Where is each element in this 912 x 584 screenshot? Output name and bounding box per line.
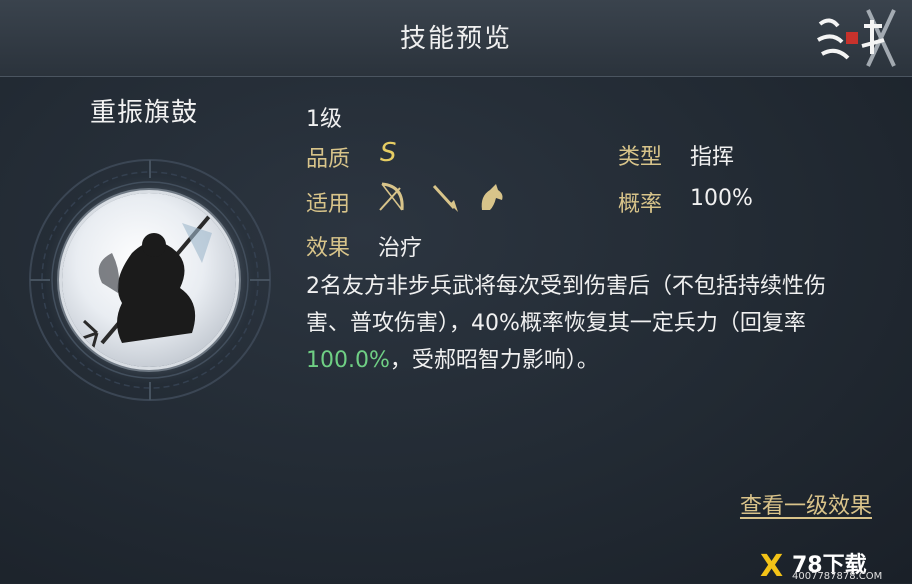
watermark: X 78下载 4007787878.COM [760, 547, 910, 584]
description-text-2: ，受郝昭智力影响）。 [389, 348, 599, 373]
spear-icon [432, 184, 458, 212]
quality-grade: S [380, 138, 397, 168]
probability-label: 概率 [618, 192, 663, 217]
type-value: 指挥 [690, 145, 735, 170]
applicable-label: 适用 [306, 192, 351, 217]
probability-value: 100% [690, 186, 753, 211]
effect-label: 效果 [306, 236, 351, 261]
watermark-subtext: 4007787878.COM [792, 571, 883, 582]
horse-icon [481, 184, 503, 210]
title-bar: 技能预览 [0, 0, 912, 77]
quality-label: 品质 [306, 147, 351, 172]
game-logo-icon [817, 9, 896, 67]
view-level1-effect-link[interactable]: 查看一级效果 [740, 488, 872, 520]
skill-preview-panel: 技能预览 重振旗鼓 1级 品质 S 类型 指挥 适用 概率 100% 效果 治疗… [0, 0, 912, 584]
watermark-logo-icon: X [760, 549, 784, 584]
bow-icon [379, 182, 404, 211]
type-label: 类型 [618, 145, 663, 170]
skill-name: 重振旗鼓 [90, 98, 199, 128]
skill-portrait [62, 193, 236, 367]
description-highlight: 100.0% [306, 348, 390, 373]
page-title: 技能预览 [399, 24, 512, 54]
skill-level: 1级 [306, 107, 342, 132]
skill-description: 2名友方非步兵武将每次受到伤害后（不包括持续性伤害、普攻伤害），40%概率恢复其… [306, 268, 866, 379]
warrior-silhouette-icon [79, 211, 214, 352]
effect-value: 治疗 [378, 236, 423, 261]
description-text-1: 2名友方非步兵武将每次受到伤害后（不包括持续性伤害、普攻伤害），40%概率恢复其… [306, 274, 826, 336]
